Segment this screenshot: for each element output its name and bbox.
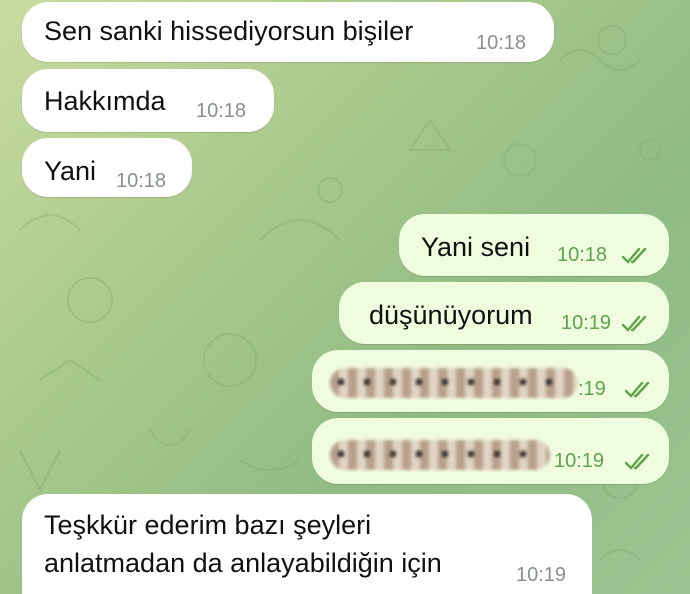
message-bubble-incoming[interactable]: Teşkkür ederim bazı şeyleri anlatmadan d… bbox=[22, 494, 592, 594]
message-bubble-incoming[interactable]: Hakkımda 10:18 bbox=[22, 69, 274, 132]
message-bubble-incoming[interactable]: Yani 10:18 bbox=[22, 138, 192, 197]
message-bubble-outgoing[interactable]: Yani seni 10:18 bbox=[399, 214, 669, 276]
message-bubble-incoming[interactable]: Sen sanki hissediyorsun bişiler 10:18 bbox=[22, 2, 554, 62]
message-time: 10:18 bbox=[557, 244, 608, 266]
message-text: Yani bbox=[44, 156, 97, 186]
message-time: 10:19 bbox=[554, 450, 605, 472]
message-text-line-1: Teşkkür ederim bazı şeyleri bbox=[44, 510, 372, 540]
message-text: düşünüyorum bbox=[369, 300, 533, 330]
message-time: :19 bbox=[578, 378, 606, 400]
message-bubble-outgoing[interactable]: düşünüyorum 10:19 bbox=[339, 282, 669, 344]
message-time: 10:18 bbox=[476, 32, 527, 54]
message-text-line-2: anlatmadan da anlayabildiğin için bbox=[44, 548, 442, 578]
message-text: Sen sanki hissediyorsun bişiler bbox=[44, 16, 414, 46]
redacted-text bbox=[330, 368, 578, 398]
message-time: 10:19 bbox=[516, 564, 567, 586]
message-bubble-outgoing[interactable]: :19 bbox=[312, 350, 669, 412]
message-time: 10:19 bbox=[561, 312, 612, 334]
double-check-icon bbox=[621, 247, 647, 264]
double-check-icon bbox=[624, 453, 650, 470]
double-check-icon bbox=[624, 381, 650, 398]
double-check-icon bbox=[621, 315, 647, 332]
message-bubble-outgoing[interactable]: 10:19 bbox=[312, 418, 669, 484]
message-time: 10:18 bbox=[116, 170, 167, 192]
message-text: Yani seni bbox=[421, 232, 531, 262]
message-time: 10:18 bbox=[196, 100, 247, 122]
message-text: Hakkımda bbox=[44, 86, 166, 116]
redacted-text bbox=[330, 440, 550, 470]
